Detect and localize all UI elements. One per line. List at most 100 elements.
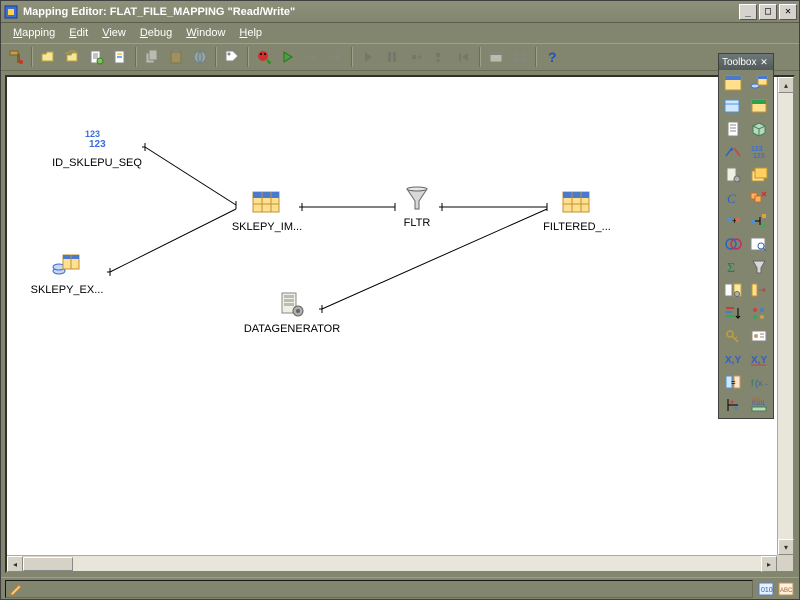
scroll-thumb[interactable] bbox=[23, 557, 73, 571]
menu-mapping[interactable]: Mapping bbox=[7, 25, 61, 41]
tool-sorter-icon[interactable] bbox=[721, 302, 745, 324]
help-icon[interactable]: ? bbox=[541, 46, 563, 68]
tool-aggregator-icon[interactable]: Σ bbox=[721, 256, 745, 278]
close-button[interactable]: ✕ bbox=[779, 4, 797, 20]
node-filtered-table[interactable]: FILTERED_... bbox=[532, 189, 622, 233]
main-toolbar: ? bbox=[1, 43, 799, 71]
tool-mapping-icon[interactable] bbox=[721, 141, 745, 163]
canvas-container: 123123 ID_SKLEPU_SEQ SKLEPY bbox=[5, 75, 795, 573]
tool-pivot-icon[interactable] bbox=[747, 279, 771, 301]
window-title: Mapping Editor: FLAT_FILE_MAPPING "Read/… bbox=[23, 6, 739, 18]
tool-key-lookup-icon[interactable] bbox=[721, 325, 745, 347]
node-import-table[interactable]: SKLEPY_IM... bbox=[222, 189, 312, 233]
tool-splitter-icon[interactable] bbox=[747, 210, 771, 232]
scroll-right-icon[interactable]: ▸ bbox=[761, 556, 777, 572]
svg-text:ABC: ABC bbox=[752, 397, 763, 403]
grid-icon[interactable] bbox=[509, 46, 531, 68]
tool-materialized-view-icon[interactable] bbox=[747, 95, 771, 117]
step-into-icon[interactable] bbox=[429, 46, 451, 68]
maximize-button[interactable]: □ bbox=[759, 4, 777, 20]
skip-back-icon[interactable] bbox=[453, 46, 475, 68]
menu-edit[interactable]: Edit bbox=[63, 25, 94, 41]
tool-unpivot-icon[interactable] bbox=[721, 394, 745, 416]
scroll-down-icon[interactable]: ▾ bbox=[778, 539, 794, 555]
menu-debug[interactable]: Debug bbox=[134, 25, 178, 41]
hammer-icon[interactable] bbox=[5, 46, 27, 68]
svg-text:123: 123 bbox=[85, 129, 100, 139]
scroll-left-icon[interactable]: ◂ bbox=[7, 556, 23, 572]
tool-flatfile-icon[interactable] bbox=[721, 118, 745, 140]
node-label: SKLEPY_IM... bbox=[232, 221, 302, 233]
tool-anydata-icon[interactable]: 0101ABC bbox=[747, 394, 771, 416]
node-label: FILTERED_... bbox=[543, 221, 611, 233]
vertical-scrollbar[interactable]: ▴ ▾ bbox=[777, 77, 793, 555]
copy-icon[interactable] bbox=[141, 46, 163, 68]
tool-set-icon[interactable] bbox=[747, 302, 771, 324]
svg-text:f: f bbox=[751, 378, 754, 388]
tool-external-table-icon[interactable] bbox=[747, 72, 771, 94]
svg-text:Σ: Σ bbox=[727, 261, 735, 275]
horizontal-scrollbar[interactable]: ◂ ▸ bbox=[7, 555, 777, 571]
open-multi-icon[interactable] bbox=[61, 46, 83, 68]
node-sequence[interactable]: 123123 ID_SKLEPU_SEQ bbox=[52, 125, 142, 169]
document-icon[interactable] bbox=[85, 46, 107, 68]
tool-table-icon[interactable] bbox=[721, 72, 745, 94]
tool-match-merge-icon[interactable]: = bbox=[721, 371, 745, 393]
menu-help[interactable]: Help bbox=[233, 25, 268, 41]
arrow-icon[interactable] bbox=[301, 46, 323, 68]
tool-transformation-icon[interactable] bbox=[721, 279, 745, 301]
tool-fx-icon[interactable]: f(x→y) bbox=[747, 371, 771, 393]
step-over-icon[interactable] bbox=[405, 46, 427, 68]
window-icon[interactable] bbox=[485, 46, 507, 68]
title-bar: Mapping Editor: FLAT_FILE_MAPPING "Read/… bbox=[1, 1, 799, 23]
svg-text:123: 123 bbox=[751, 146, 763, 153]
globe-icon[interactable] bbox=[189, 46, 211, 68]
tool-datagenerator-icon[interactable] bbox=[721, 164, 745, 186]
tool-view-icon[interactable] bbox=[721, 95, 745, 117]
pause-icon[interactable] bbox=[381, 46, 403, 68]
menu-window[interactable]: Window bbox=[180, 25, 231, 41]
debug-start-icon[interactable] bbox=[253, 46, 275, 68]
node-label: ID_SKLEPU_SEQ bbox=[52, 157, 142, 169]
properties-icon[interactable] bbox=[109, 46, 131, 68]
run-green-icon[interactable] bbox=[277, 46, 299, 68]
status-bar: 0101 ABC bbox=[1, 577, 799, 599]
node-filter[interactable]: FLTR bbox=[372, 185, 462, 229]
status-abc-icon[interactable]: ABC bbox=[777, 581, 795, 597]
svg-text:0101: 0101 bbox=[761, 587, 774, 594]
toolbox-header[interactable]: Toolbox ✕ bbox=[719, 54, 773, 70]
tool-expression-icon[interactable]: + bbox=[721, 210, 745, 232]
svg-text:C: C bbox=[727, 191, 736, 206]
tool-deduplicator-icon[interactable] bbox=[747, 187, 771, 209]
funnel-icon bbox=[401, 185, 433, 213]
node-external-table[interactable]: SKLEPY_EX... bbox=[22, 252, 112, 296]
menu-view[interactable]: View bbox=[96, 25, 132, 41]
toolbox-close-icon[interactable]: ✕ bbox=[758, 56, 770, 68]
tool-constant-icon[interactable]: C bbox=[721, 187, 745, 209]
paste-icon[interactable] bbox=[165, 46, 187, 68]
menu-bar: Mapping Edit View Debug Window Help bbox=[1, 23, 799, 43]
node-datagenerator[interactable]: DATAGENERATOR bbox=[232, 291, 352, 335]
toolbox-panel[interactable]: Toolbox ✕ 123123 C + Σ X,Y X,Y = f(x→y) … bbox=[718, 53, 774, 419]
minimize-button[interactable]: _ bbox=[739, 4, 757, 20]
tool-joiner-icon[interactable] bbox=[721, 233, 745, 255]
server-gear-icon bbox=[276, 291, 308, 319]
tool-lookup-icon[interactable] bbox=[747, 233, 771, 255]
tool-xy-icon[interactable]: X,Y bbox=[721, 348, 745, 370]
tool-sequence-icon[interactable]: 123123 bbox=[747, 141, 771, 163]
open-icon[interactable] bbox=[37, 46, 59, 68]
tool-xy-alt-icon[interactable]: X,Y bbox=[747, 348, 771, 370]
scroll-up-icon[interactable]: ▴ bbox=[778, 77, 794, 93]
mapping-canvas[interactable]: 123123 ID_SKLEPU_SEQ SKLEPY bbox=[7, 77, 777, 555]
table-icon bbox=[251, 189, 283, 217]
tool-name-address-icon[interactable] bbox=[747, 325, 771, 347]
arrow-alt-icon[interactable] bbox=[325, 46, 347, 68]
tool-dimension-icon[interactable] bbox=[747, 164, 771, 186]
svg-text:X,Y: X,Y bbox=[725, 355, 741, 366]
tool-cube-icon[interactable] bbox=[747, 118, 771, 140]
tag-icon[interactable] bbox=[221, 46, 243, 68]
play-icon[interactable] bbox=[357, 46, 379, 68]
svg-text:=: = bbox=[731, 378, 736, 387]
status-binary-icon[interactable]: 0101 bbox=[757, 581, 775, 597]
tool-filter-icon[interactable] bbox=[747, 256, 771, 278]
